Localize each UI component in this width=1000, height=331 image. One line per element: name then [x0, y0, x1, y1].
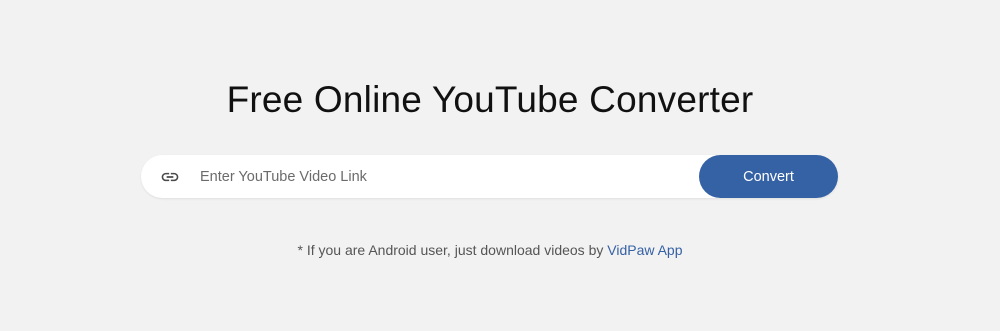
- android-note: * If you are Android user, just download…: [0, 240, 980, 260]
- link-icon: [160, 167, 180, 187]
- convert-button[interactable]: Convert: [699, 155, 838, 198]
- vidpaw-app-link[interactable]: VidPaw App: [607, 242, 682, 258]
- page-title: Free Online YouTube Converter: [226, 79, 754, 120]
- video-link-input[interactable]: [198, 155, 740, 198]
- android-note-text: * If you are Android user, just download…: [297, 242, 604, 258]
- search-bar: Convert: [141, 155, 838, 198]
